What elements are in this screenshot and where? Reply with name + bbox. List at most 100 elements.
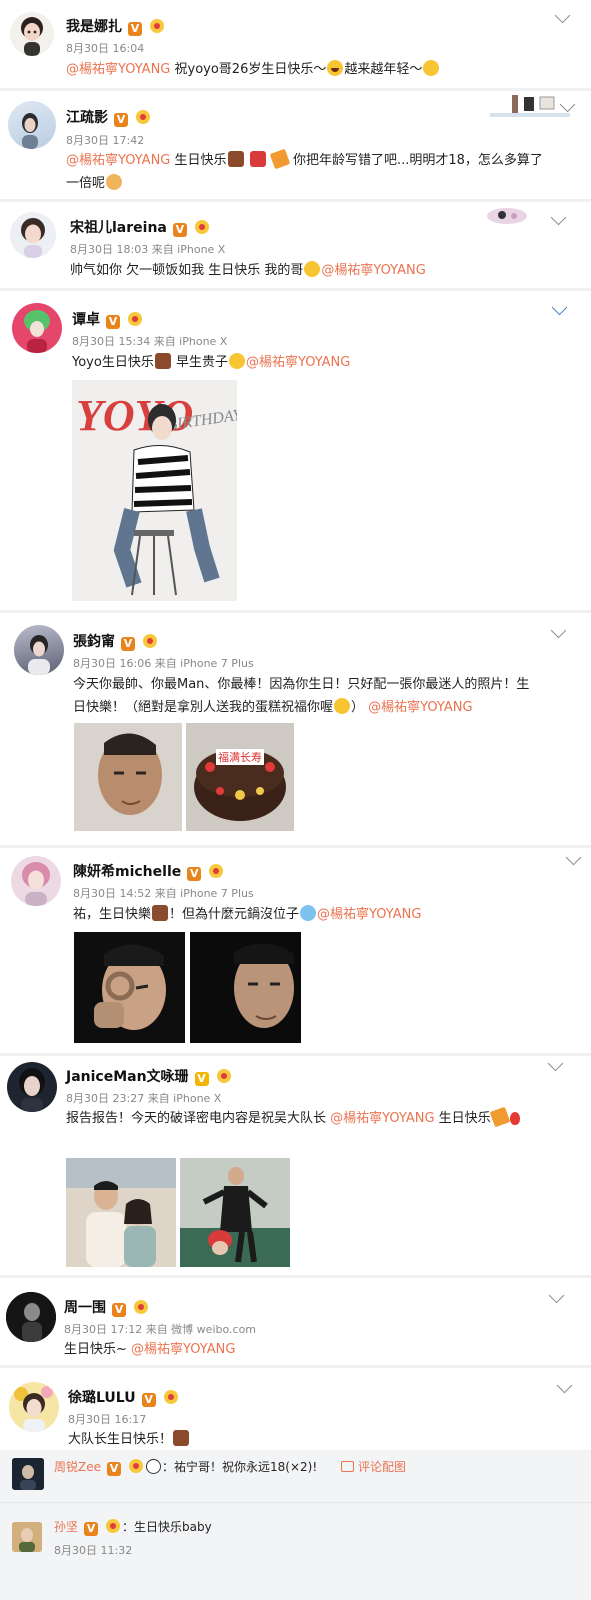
image-icon bbox=[340, 1461, 354, 1472]
post-image[interactable]: YOYO BIRTHDAY bbox=[72, 380, 237, 601]
verified-badge-icon: V bbox=[114, 113, 128, 127]
avatar[interactable] bbox=[10, 212, 56, 258]
crown-icon bbox=[127, 1459, 145, 1473]
author-name[interactable]: 江疏影 V bbox=[66, 107, 152, 127]
balloon-emoji-icon bbox=[509, 1112, 520, 1125]
post-time: 8月30日 23:27 来自 iPhone X bbox=[66, 1092, 222, 1105]
post-time: 8月30日 17:42 bbox=[66, 134, 145, 147]
party-emoji-icon bbox=[269, 148, 291, 170]
author-name[interactable]: 張鈞甯 V bbox=[73, 631, 159, 651]
verified-badge-icon: V bbox=[194, 1072, 209, 1086]
post-text: @楊祐寧YOYANG 生日快乐 你把年龄写错了吧...明明才18，怎么多算了 一… bbox=[66, 148, 578, 195]
verified-badge-icon: V bbox=[141, 1393, 156, 1407]
cake-label: 福满长寿 bbox=[218, 750, 262, 764]
post-image[interactable] bbox=[190, 932, 301, 1043]
avatar[interactable] bbox=[11, 856, 61, 906]
post-tanzhuo: 谭卓 V 8月30日 15:34 来自 iPhone X Yoyo生日快乐 早生贵… bbox=[0, 291, 591, 610]
author-name[interactable]: 徐璐LULU V bbox=[68, 1387, 180, 1407]
decoration-image bbox=[482, 206, 532, 226]
crown-icon bbox=[148, 19, 166, 33]
mention-link[interactable]: @楊祐寧YOYANG bbox=[330, 1111, 434, 1126]
verified-badge-icon: V bbox=[107, 1462, 121, 1476]
decoration-image bbox=[490, 91, 570, 121]
post-time: 8月30日 16:17 bbox=[68, 1413, 147, 1426]
post-time: 8月30日 14:52 来自 iPhone 7 Plus bbox=[73, 887, 254, 900]
post-time: 8月30日 15:34 来自 iPhone X bbox=[72, 335, 228, 348]
post-image[interactable] bbox=[180, 1158, 290, 1267]
comment-author[interactable]: 孙坚 bbox=[54, 1520, 78, 1534]
avatar[interactable] bbox=[7, 1062, 57, 1112]
post-image[interactable] bbox=[66, 1158, 176, 1267]
laugh-emoji-icon bbox=[327, 60, 344, 76]
post-time: 8月30日 16:04 bbox=[66, 42, 145, 55]
verified-badge-icon: V bbox=[121, 637, 135, 651]
post-image[interactable] bbox=[74, 932, 185, 1043]
chevron-down-icon[interactable] bbox=[556, 1377, 573, 1394]
avatar[interactable] bbox=[12, 303, 62, 353]
post-time: 8月30日 17:12 来自 微博 weibo.com bbox=[64, 1323, 257, 1336]
author-name[interactable]: 周一围 V bbox=[64, 1297, 150, 1317]
avatar[interactable] bbox=[12, 1458, 44, 1490]
author-name[interactable]: JaniceMan文咏珊 V bbox=[66, 1066, 233, 1086]
post-text: 祐，生日快樂 ！但為什麼元鍋沒位子 @楊祐寧YOYANG bbox=[73, 905, 422, 922]
author-name[interactable]: 我是娜扎 V bbox=[66, 16, 166, 36]
crown-icon bbox=[126, 312, 144, 326]
avatar[interactable] bbox=[9, 1382, 59, 1432]
crown-icon bbox=[141, 634, 159, 648]
post-janiceman: JaniceMan文咏珊 V 8月30日 23:27 来自 iPhone X 报告… bbox=[0, 1055, 591, 1275]
divider bbox=[0, 1502, 591, 1503]
chevron-down-icon[interactable] bbox=[547, 1055, 564, 1072]
mention-link[interactable]: @楊祐寧YOYANG bbox=[368, 700, 472, 715]
smirk-emoji-icon bbox=[304, 261, 321, 277]
comment-item: 孙坚 V ：生日快乐baby 8月30日 11:32 bbox=[0, 1508, 591, 1588]
chevron-down-icon[interactable] bbox=[550, 622, 567, 639]
chevron-down-icon[interactable] bbox=[565, 849, 582, 866]
author-name[interactable]: 宋祖儿lareina V bbox=[70, 217, 211, 237]
cake-emoji-icon bbox=[152, 905, 169, 921]
verified-badge-icon: V bbox=[172, 223, 187, 237]
mention-link[interactable]: @楊祐寧YOYANG bbox=[66, 62, 170, 77]
crown-icon bbox=[132, 1300, 150, 1314]
crown-icon bbox=[134, 110, 152, 124]
author-name[interactable]: 陳妍希michelle V bbox=[73, 861, 225, 881]
verified-badge-icon: V bbox=[187, 867, 202, 881]
crown-icon bbox=[162, 1390, 180, 1404]
comment-author[interactable]: 周锐Zee bbox=[54, 1460, 101, 1474]
post-songzuer: 宋祖儿lareina V 8月30日 18:03 来自 iPhone X 帅气如你… bbox=[0, 202, 591, 288]
comment-image-link[interactable]: 评论配图 bbox=[340, 1460, 406, 1474]
chevron-down-icon[interactable] bbox=[551, 299, 568, 316]
avatar[interactable] bbox=[14, 625, 64, 675]
verified-badge-icon: V bbox=[112, 1303, 126, 1317]
crown-icon bbox=[104, 1519, 122, 1533]
mention-link[interactable]: @楊祐寧YOYANG bbox=[66, 153, 170, 168]
mention-link[interactable]: @楊祐寧YOYANG bbox=[131, 1342, 235, 1357]
avatar[interactable] bbox=[12, 1522, 42, 1552]
comment-line: 孙坚 V ：生日快乐baby bbox=[54, 1519, 212, 1536]
panda-emoji-icon bbox=[146, 1459, 161, 1474]
post-image[interactable] bbox=[74, 723, 182, 831]
mention-link[interactable]: @楊祐寧YOYANG bbox=[321, 263, 425, 278]
post-text: 生日快乐~ @楊祐寧YOYANG bbox=[64, 1342, 236, 1357]
post-time: 8月30日 18:03 来自 iPhone X bbox=[70, 243, 226, 256]
mention-link[interactable]: @楊祐寧YOYANG bbox=[246, 355, 350, 370]
crown-icon bbox=[207, 864, 225, 878]
post-text: 大队长生日快乐！ bbox=[68, 1428, 573, 1451]
post-text: 帅气如你 欠一顿饭如我 生日快乐 我的哥 @楊祐寧YOYANG bbox=[70, 261, 426, 278]
cry-emoji-icon bbox=[300, 905, 317, 921]
cat-emoji-icon bbox=[106, 174, 123, 190]
post-image[interactable]: 福满长寿 bbox=[186, 723, 294, 831]
comment-time: 8月30日 11:32 bbox=[54, 1544, 133, 1557]
avatar[interactable] bbox=[6, 1292, 56, 1342]
author-name[interactable]: 谭卓 V bbox=[72, 309, 144, 329]
chevron-down-icon[interactable] bbox=[550, 209, 567, 226]
post-chenyanxi: 陳妍希michelle V 8月30日 14:52 来自 iPhone 7 Plu… bbox=[0, 848, 591, 1053]
post-zhouyiwei: 周一围 V 8月30日 17:12 来自 微博 weibo.com 生日快乐~ @… bbox=[0, 1278, 591, 1365]
chevron-down-icon[interactable] bbox=[548, 1287, 565, 1304]
gift-emoji-icon bbox=[249, 151, 266, 167]
mention-link[interactable]: @楊祐寧YOYANG bbox=[317, 907, 421, 922]
avatar[interactable] bbox=[8, 101, 56, 149]
chevron-down-icon[interactable] bbox=[554, 7, 571, 24]
comment-line: 周锐Zee V ：祐宁哥！祝你永远18(×2)! 评论配图 bbox=[54, 1459, 406, 1476]
post-text: 报告报告！今天的破译密电内容是祝吴大队长 @楊祐寧YOYANG 生日快乐 bbox=[66, 1106, 581, 1130]
avatar[interactable] bbox=[10, 12, 54, 56]
